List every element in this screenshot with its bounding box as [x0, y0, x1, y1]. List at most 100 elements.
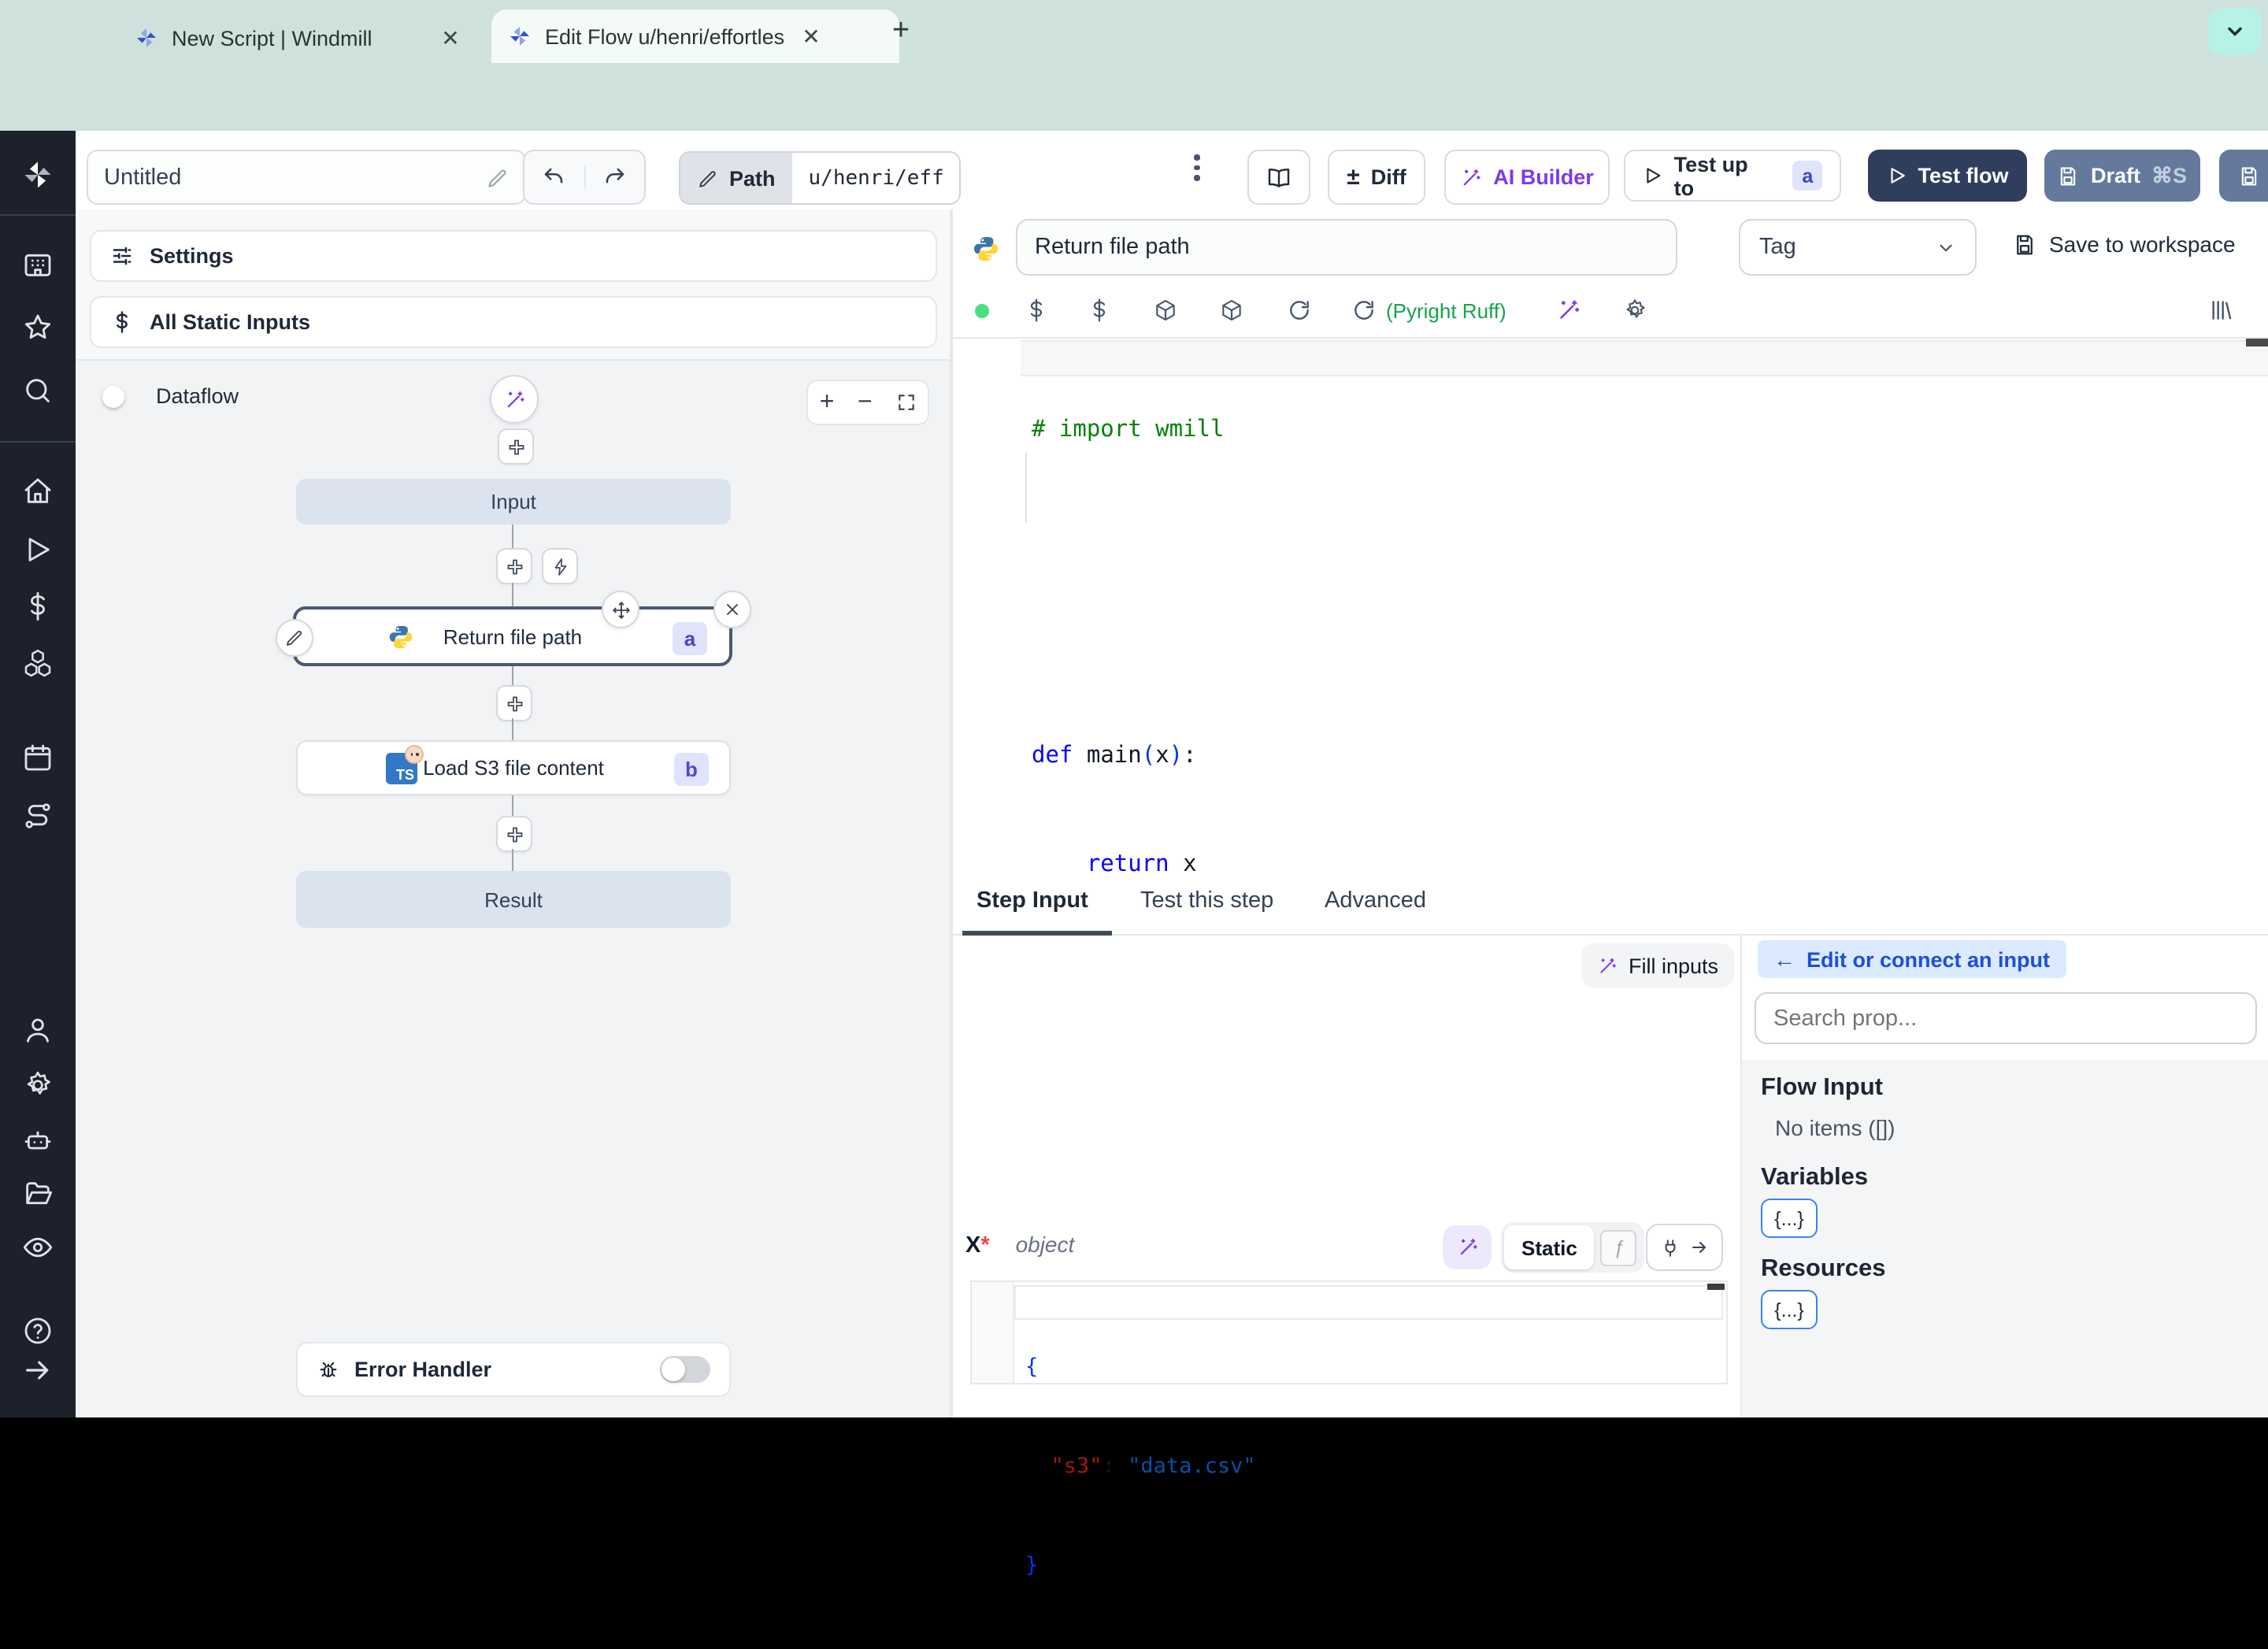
- docs-button[interactable]: [1247, 150, 1310, 205]
- static-mode-segment[interactable]: Static: [1504, 1225, 1595, 1269]
- close-tab-icon[interactable]: ✕: [436, 24, 465, 52]
- edit-step-pencil-button[interactable]: [276, 619, 313, 657]
- routes-icon[interactable]: [22, 800, 54, 832]
- prop-row-label: X* object: [965, 1232, 1074, 1260]
- add-step-button[interactable]: [498, 428, 534, 465]
- workers-robot-icon[interactable]: [22, 1125, 54, 1156]
- bug-icon: [320, 1362, 337, 1377]
- search-icon[interactable]: [22, 375, 54, 406]
- help-icon[interactable]: [22, 1315, 54, 1347]
- home-icon[interactable]: [22, 476, 54, 507]
- variables-object-chip[interactable]: {...}: [1761, 1199, 1818, 1238]
- reload-icon[interactable]: [1351, 298, 1377, 331]
- test-up-to-button[interactable]: Test up to a: [1624, 150, 1841, 202]
- deploy-button[interactable]: Deploy: [2219, 150, 2268, 202]
- folders-icon[interactable]: [22, 1178, 54, 1210]
- path-button[interactable]: Path u/henri/eff: [679, 151, 962, 205]
- step-badge[interactable]: a: [1792, 161, 1822, 191]
- resource-picker-icon[interactable]: [1087, 298, 1112, 331]
- edit-or-connect-button[interactable]: ← Edit or connect an input: [1758, 940, 2066, 978]
- python-icon: [972, 235, 1000, 263]
- new-tab-button[interactable]: +: [882, 13, 920, 50]
- step-name-input[interactable]: [1016, 219, 1677, 276]
- flow-result-node[interactable]: Result: [296, 871, 731, 928]
- package-icon[interactable]: [1153, 298, 1178, 331]
- expand-sidebar-icon[interactable]: [22, 1354, 54, 1386]
- flow-name-value[interactable]: Untitled: [104, 165, 181, 190]
- ai-assist-wand-icon[interactable]: [1556, 298, 1581, 331]
- tab-search-button[interactable]: [2208, 8, 2262, 55]
- required-asterisk: *: [980, 1233, 990, 1258]
- more-options-icon[interactable]: [1194, 154, 1199, 180]
- scrollbar-thumb[interactable]: [2246, 339, 2268, 346]
- flow-name-field[interactable]: Untitled: [87, 150, 526, 205]
- delete-step-button[interactable]: [713, 591, 751, 628]
- resources-icon[interactable]: [22, 647, 54, 679]
- undo-icon[interactable]: [524, 165, 585, 189]
- fx-mode-segment[interactable]: ƒ: [1600, 1229, 1637, 1265]
- ai-flow-wand-button[interactable]: [490, 375, 539, 424]
- step-node-a[interactable]: Return file path a: [293, 606, 732, 666]
- add-step-button[interactable]: [496, 685, 532, 721]
- resources-object-chip[interactable]: {...}: [1761, 1290, 1818, 1329]
- library-icon[interactable]: [2208, 298, 2233, 331]
- audit-eye-icon[interactable]: [22, 1232, 54, 1263]
- favorites-star-icon[interactable]: [22, 312, 54, 343]
- tag-placeholder: Tag: [1759, 235, 1796, 260]
- move-step-button[interactable]: [602, 591, 639, 628]
- variables-icon[interactable]: [22, 591, 54, 622]
- fill-inputs-button[interactable]: Fill inputs: [1581, 943, 1735, 988]
- code-line: def main(x):: [1032, 743, 1197, 769]
- add-step-button[interactable]: [496, 816, 532, 852]
- redo-icon[interactable]: [585, 165, 644, 189]
- draft-button[interactable]: Draft ⌘S: [2044, 150, 2200, 202]
- panel-divider[interactable]: [951, 209, 953, 1417]
- error-handler-node[interactable]: Error Handler: [296, 1342, 731, 1397]
- editor-settings-gear-icon[interactable]: [1622, 298, 1647, 331]
- no-items-text: No items ([]): [1775, 1115, 1896, 1140]
- test-flow-button[interactable]: Test flow: [1868, 150, 2027, 202]
- browser-tab-inactive[interactable]: New Script | Windmill ✕: [118, 13, 515, 63]
- chevron-down-icon: [1940, 243, 1952, 251]
- close-tab-icon[interactable]: ✕: [797, 22, 825, 50]
- browser-tab-active[interactable]: Edit Flow u/henri/effortless_fl ✕: [491, 9, 899, 63]
- step-node-b[interactable]: TS Load S3 file content b: [296, 740, 731, 795]
- runs-icon[interactable]: [22, 534, 54, 565]
- ai-builder-label: AI Builder: [1493, 165, 1594, 189]
- json-input-editor[interactable]: { "s3": "data.csv" }: [970, 1280, 1728, 1578]
- add-trigger-button[interactable]: [542, 548, 578, 584]
- error-handler-toggle[interactable]: [660, 1356, 710, 1383]
- windmill-logo[interactable]: [20, 157, 52, 189]
- flow-input-node[interactable]: Input: [296, 479, 731, 524]
- zoom-out-icon[interactable]: −: [858, 388, 873, 417]
- diff-button[interactable]: ± Diff: [1328, 150, 1425, 205]
- lint-status[interactable]: (Pyright Ruff): [1386, 299, 1506, 323]
- save-to-workspace-button[interactable]: Save to workspace: [2013, 232, 2236, 257]
- fit-view-icon[interactable]: [895, 392, 916, 413]
- package-icon[interactable]: [1219, 298, 1244, 331]
- search-prop-input[interactable]: [1755, 992, 2257, 1044]
- save-to-workspace-label: Save to workspace: [2049, 232, 2236, 257]
- all-static-inputs-button[interactable]: All Static Inputs: [90, 296, 937, 348]
- code-editor[interactable]: # import wmill def main(x): return x: [951, 337, 2268, 874]
- reload-icon[interactable]: [1287, 298, 1312, 331]
- tag-select[interactable]: Tag: [1739, 219, 1977, 276]
- schedules-icon[interactable]: [22, 742, 54, 773]
- add-step-button[interactable]: [496, 548, 532, 584]
- settings-gear-icon[interactable]: [22, 1069, 54, 1101]
- ai-input-wand-button[interactable]: [1443, 1225, 1492, 1269]
- tab-advanced[interactable]: Advanced: [1325, 888, 1426, 913]
- scrollbar-thumb[interactable]: [1707, 1284, 1725, 1290]
- user-icon[interactable]: [22, 1014, 54, 1046]
- flow-settings-button[interactable]: Settings: [90, 230, 937, 282]
- zoom-in-icon[interactable]: +: [820, 388, 835, 417]
- variable-picker-icon[interactable]: [1024, 298, 1049, 331]
- tab-step-input[interactable]: Step Input: [976, 888, 1088, 913]
- workspace-icon[interactable]: [22, 249, 54, 280]
- connector: [512, 718, 513, 740]
- connect-input-button[interactable]: [1646, 1224, 1723, 1271]
- undo-redo-group: [523, 150, 646, 205]
- tab-test-this-step[interactable]: Test this step: [1140, 888, 1273, 913]
- ai-builder-button[interactable]: AI Builder: [1444, 150, 1610, 205]
